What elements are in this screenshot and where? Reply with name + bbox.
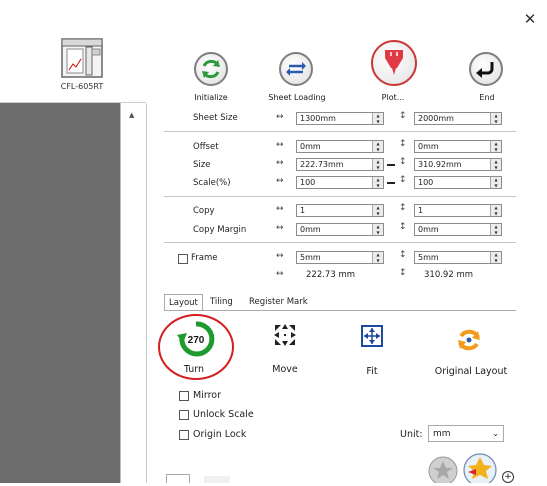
size-label: Size — [193, 160, 211, 170]
size-link-icon[interactable] — [387, 164, 395, 166]
height-arrow-icon: ↕ — [399, 250, 407, 260]
height-arrow-icon: ↕ — [399, 203, 407, 213]
offset-y-input[interactable]: 0mm ▲ ▼ — [414, 140, 502, 153]
copy-margin-label: Copy Margin — [193, 225, 247, 235]
width-arrow-icon: ↔ — [276, 223, 284, 233]
height-arrow-icon: ↕ — [399, 175, 407, 185]
unlock-scale-label: Unlock Scale — [193, 409, 254, 420]
tab-tiling[interactable]: Tiling — [206, 294, 237, 310]
height-arrow-icon: ↕ — [399, 222, 407, 232]
tab-strip-line — [164, 310, 516, 311]
move-label: Move — [272, 364, 298, 375]
initialize-button[interactable] — [194, 52, 228, 86]
sheet-loading-icon — [286, 62, 306, 76]
bottom-tab-1[interactable] — [166, 474, 190, 483]
fit-button[interactable] — [361, 325, 383, 350]
move-button[interactable] — [272, 322, 298, 351]
origin-lock-checkbox[interactable] — [179, 430, 189, 440]
sheet-size-label: Sheet Size — [193, 113, 238, 123]
sheet-loading-label: Sheet Loading — [268, 93, 326, 102]
copy-y-input[interactable]: 1 ▲ ▼ — [414, 204, 502, 217]
scale-label: Scale(%) — [193, 178, 231, 188]
width-arrow-icon: ↔ — [276, 112, 284, 122]
bottom-tab-2[interactable] — [204, 476, 230, 483]
size-width-input[interactable]: 222.73mm ▲ ▼ — [296, 158, 384, 171]
height-arrow-icon: ↕ — [399, 268, 407, 278]
move-icon — [274, 324, 296, 346]
height-arrow-icon: ↕ — [399, 139, 407, 149]
frame-label: Frame — [191, 253, 218, 263]
fit-icon — [361, 325, 383, 347]
preview-area[interactable] — [0, 103, 120, 483]
sheet-loading-button[interactable] — [279, 52, 313, 86]
printer-model-label: CFL-605RT — [60, 82, 104, 91]
gray-star-button[interactable] — [427, 455, 459, 486]
total-height-value: 310.92 mm — [424, 270, 474, 280]
scale-link-icon[interactable] — [387, 182, 395, 184]
unit-select[interactable]: mm ⌄ — [428, 425, 504, 442]
sheet-width-input[interactable]: 1300mm ▲ ▼ — [296, 112, 384, 125]
turn-button[interactable]: 270 — [177, 320, 215, 361]
total-width-value: 222.73 mm — [306, 270, 356, 280]
width-arrow-icon: ↔ — [276, 158, 284, 168]
turn-label: Turn — [183, 364, 205, 375]
unit-label: Unit: — [400, 429, 423, 440]
original-layout-icon — [458, 329, 480, 351]
copy-x-input[interactable]: 1 ▲ ▼ — [296, 204, 384, 217]
copy-margin-y-input[interactable]: 0mm ▲ ▼ — [414, 223, 502, 236]
tab-layout[interactable]: Layout — [164, 294, 203, 310]
plot-icon — [385, 50, 403, 75]
offset-label: Offset — [193, 142, 219, 152]
star-icon — [463, 453, 497, 486]
copy-label: Copy — [193, 206, 215, 216]
frame-y-input[interactable]: 5mm ▲ ▼ — [414, 251, 502, 264]
size-height-input[interactable]: 310.92mm ▲ ▼ — [414, 158, 502, 171]
height-arrow-icon: ↕ — [399, 111, 407, 121]
width-arrow-icon: ↔ — [276, 140, 284, 150]
favorite-star-button[interactable] — [462, 452, 498, 486]
mirror-checkbox[interactable] — [179, 391, 189, 401]
tab-register-mark[interactable]: Register Mark — [245, 294, 312, 310]
offset-x-input[interactable]: 0mm ▲ ▼ — [296, 140, 384, 153]
panel-divider — [146, 103, 147, 483]
scroll-up-icon[interactable]: ▲ — [129, 111, 134, 119]
initialize-label: Initialize — [194, 93, 228, 102]
original-layout-label: Original Layout — [434, 366, 508, 377]
printer-model-icon[interactable] — [60, 37, 104, 84]
end-icon — [476, 62, 494, 78]
plot-label: Plot... — [381, 93, 405, 102]
end-label: End — [479, 93, 495, 102]
initialize-icon — [202, 59, 220, 79]
separator — [164, 196, 516, 197]
add-icon[interactable]: + — [502, 471, 514, 483]
chevron-down-icon: ⌄ — [492, 429, 499, 438]
close-button[interactable]: ✕ — [521, 10, 539, 28]
scale-y-input[interactable]: 100 ▲ ▼ — [414, 176, 502, 189]
width-arrow-icon: ↔ — [276, 251, 284, 261]
vertical-scrollbar[interactable] — [120, 103, 146, 483]
mirror-label: Mirror — [193, 390, 221, 401]
scale-x-input[interactable]: 100 ▲ ▼ — [296, 176, 384, 189]
frame-x-input[interactable]: 5mm ▲ ▼ — [296, 251, 384, 264]
width-arrow-icon: ↔ — [276, 204, 284, 214]
separator — [164, 131, 516, 132]
turn-badge: 270 — [188, 335, 205, 346]
width-arrow-icon: ↔ — [276, 269, 284, 279]
width-arrow-icon: ↔ — [276, 176, 284, 186]
end-button[interactable] — [469, 52, 503, 86]
height-arrow-icon: ↕ — [399, 157, 407, 167]
plot-button[interactable] — [371, 40, 417, 86]
fit-label: Fit — [366, 366, 378, 377]
origin-lock-label: Origin Lock — [193, 429, 247, 440]
copy-margin-x-input[interactable]: 0mm ▲ ▼ — [296, 223, 384, 236]
unlock-scale-checkbox[interactable] — [179, 410, 189, 420]
original-layout-button[interactable] — [455, 326, 483, 357]
frame-checkbox[interactable] — [178, 254, 188, 264]
gray-star-icon — [428, 456, 458, 486]
sheet-height-input[interactable]: 2000mm ▲ ▼ — [414, 112, 502, 125]
separator — [164, 242, 516, 243]
turn-icon: 270 — [177, 321, 215, 357]
